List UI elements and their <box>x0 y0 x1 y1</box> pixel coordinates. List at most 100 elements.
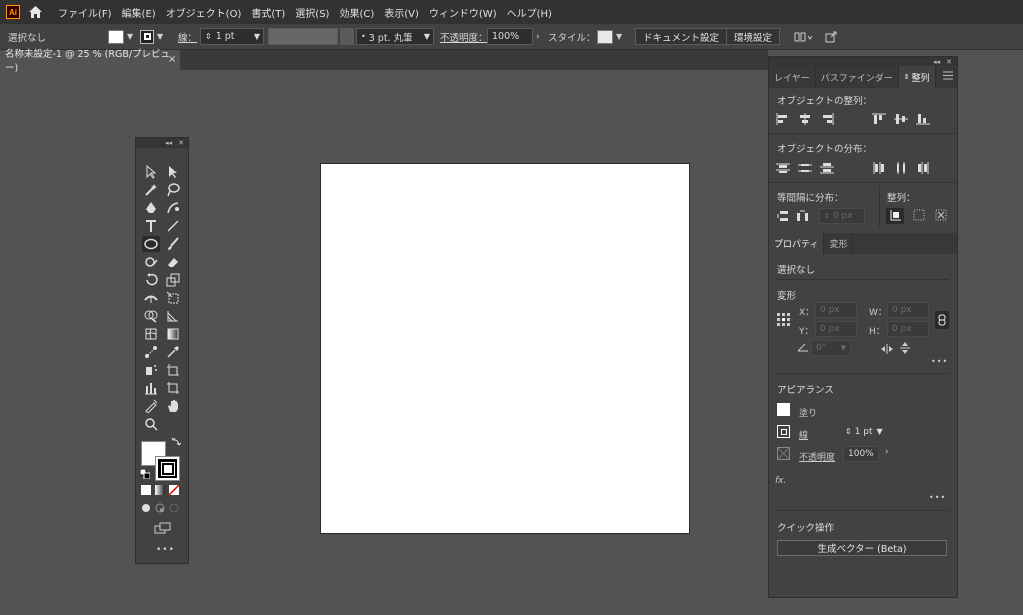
brush-definition-field[interactable]: • 3 pt. 丸筆 ▼ <box>356 28 434 45</box>
menu-type[interactable]: 書式(T) <box>251 5 285 20</box>
align-top-icon[interactable] <box>870 112 888 126</box>
more-options-icon[interactable]: ••• <box>931 357 948 366</box>
tab-layers[interactable]: レイヤー <box>769 66 816 88</box>
tab-properties[interactable]: プロパティ <box>769 233 825 254</box>
chevron-down-icon[interactable]: ▼ <box>424 32 430 41</box>
width-tool-icon[interactable] <box>142 290 160 306</box>
curvature-tool-icon[interactable] <box>164 200 182 216</box>
collapse-icon[interactable]: ◂◂ <box>165 139 172 147</box>
fill-label[interactable]: 塗り <box>799 406 817 419</box>
distribute-top-icon[interactable] <box>774 161 792 175</box>
selection-tool-icon[interactable] <box>142 164 160 180</box>
y-field[interactable]: 0 px <box>815 321 857 337</box>
align-bottom-icon[interactable] <box>914 112 932 126</box>
collapse-icon[interactable]: ◂◂ <box>933 58 940 66</box>
fill-color-dropdown[interactable]: ▼ <box>108 28 133 45</box>
symbol-sprayer-tool-icon[interactable] <box>142 362 160 378</box>
align-right-icon[interactable] <box>818 112 836 126</box>
opacity-field[interactable]: 100% <box>843 446 879 462</box>
menu-select[interactable]: 選択(S) <box>295 5 329 20</box>
align-to-selection-icon[interactable] <box>886 208 904 224</box>
home-icon[interactable] <box>28 5 42 19</box>
blend-tool-icon[interactable] <box>142 344 160 360</box>
free-transform-tool-icon[interactable] <box>164 290 182 306</box>
fx-icon[interactable]: fx. <box>775 476 786 486</box>
document-setup-button[interactable]: ドキュメント設定 <box>635 28 728 45</box>
shape-builder-tool-icon[interactable] <box>142 308 160 324</box>
menu-effect[interactable]: 効果(C) <box>339 5 374 20</box>
chevron-right-icon[interactable]: › <box>536 28 540 45</box>
hand-tool-icon[interactable] <box>164 398 182 414</box>
close-icon[interactable]: ✕ <box>178 139 184 147</box>
stroke-color-dropdown[interactable]: ▼ <box>140 28 163 45</box>
paintbrush-tool-icon[interactable] <box>164 236 182 252</box>
artboard[interactable] <box>320 163 690 534</box>
pen-tool-icon[interactable] <box>142 200 160 216</box>
swap-arrows-icon[interactable] <box>170 436 182 448</box>
ellipse-tool-icon[interactable] <box>142 236 160 252</box>
panel-header[interactable]: ◂◂ ✕ <box>769 57 957 66</box>
shaper-tool-icon[interactable] <box>142 254 160 270</box>
menu-view[interactable]: 表示(V) <box>384 5 419 20</box>
distribute-right-icon[interactable] <box>914 161 932 175</box>
screen-mode-icon[interactable] <box>154 521 172 535</box>
x-field[interactable]: 0 px <box>815 302 857 318</box>
draw-normal-icon[interactable] <box>140 502 152 514</box>
menu-object[interactable]: オブジェクト(O) <box>166 5 242 20</box>
tab-pathfinder[interactable]: パスファインダー <box>816 66 899 88</box>
chevron-down-icon[interactable]: ▼ <box>877 427 883 436</box>
type-tool-icon[interactable] <box>142 218 160 234</box>
align-vertical-center-icon[interactable] <box>892 112 910 126</box>
menu-edit[interactable]: 編集(E) <box>122 5 156 20</box>
flip-horizontal-icon[interactable] <box>881 344 893 357</box>
line-tool-icon[interactable] <box>164 218 182 234</box>
align-to-key-object-icon[interactable] <box>910 208 928 222</box>
profile-dropdown[interactable] <box>340 28 354 45</box>
lasso-tool-icon[interactable] <box>164 182 182 198</box>
close-icon[interactable]: ✕ <box>946 58 952 66</box>
reference-point-icon[interactable] <box>777 313 791 330</box>
rotate-tool-icon[interactable] <box>142 272 160 288</box>
scale-tool-icon[interactable] <box>164 272 182 288</box>
style-dropdown[interactable]: ▼ <box>597 28 622 45</box>
menu-help[interactable]: ヘルプ(H) <box>507 5 552 20</box>
distribute-vertical-center-icon[interactable] <box>796 161 814 175</box>
stepper-icon[interactable]: ⇕ <box>845 427 852 436</box>
mesh-tool-icon[interactable] <box>142 326 160 342</box>
direct-selection-tool-icon[interactable] <box>164 164 182 180</box>
flip-vertical-icon[interactable] <box>900 342 910 357</box>
gradient-tool-icon[interactable] <box>164 326 182 342</box>
constrain-proportions-icon[interactable] <box>935 311 949 329</box>
document-tab[interactable]: 名称未設定-1 @ 25 % (RGB/プレビュー) <box>0 49 180 74</box>
stroke-weight-field[interactable]: ⇕ 1 pt ▼ <box>200 28 264 45</box>
color-mode-icon[interactable] <box>140 484 152 496</box>
artboard-tool-icon[interactable] <box>164 362 182 378</box>
opacity-swatch[interactable] <box>777 447 790 460</box>
pen-edit-tool-icon[interactable] <box>142 398 160 414</box>
none-mode-icon[interactable] <box>168 484 180 496</box>
draw-behind-icon[interactable] <box>154 502 166 514</box>
chevron-right-icon[interactable]: › <box>885 447 889 457</box>
stroke-label[interactable]: 線： <box>178 28 197 45</box>
arrange-documents-icon[interactable] <box>794 28 814 45</box>
stepper-icon[interactable]: ⇕ <box>205 32 212 41</box>
default-colors-icon[interactable] <box>139 468 151 480</box>
chevron-down-icon[interactable]: ▼ <box>254 32 260 41</box>
stroke-swatch[interactable] <box>777 425 790 438</box>
distribute-horizontal-center-icon[interactable] <box>892 161 910 175</box>
variable-width-profile[interactable] <box>268 28 338 45</box>
menu-window[interactable]: ウィンドウ(W) <box>429 5 497 20</box>
distribute-left-icon[interactable] <box>870 161 888 175</box>
more-options-icon[interactable]: ••• <box>929 493 946 502</box>
angle-field[interactable]: 0° ▼ <box>811 340 851 356</box>
align-left-icon[interactable] <box>774 112 792 126</box>
draw-inside-icon[interactable] <box>168 502 180 514</box>
distribute-vertical-spacing-icon[interactable] <box>774 209 792 223</box>
tab-align[interactable]: ⇕ 整列 <box>898 66 936 88</box>
perspective-grid-tool-icon[interactable] <box>164 308 182 324</box>
h-field[interactable]: 0 px <box>887 321 929 337</box>
opacity-label[interactable]: 不透明度 <box>799 450 835 463</box>
external-link-icon[interactable] <box>825 28 837 45</box>
spacing-field[interactable]: ⇕ 0 px <box>819 208 865 224</box>
edit-toolbar-icon[interactable]: ••• <box>156 545 175 555</box>
